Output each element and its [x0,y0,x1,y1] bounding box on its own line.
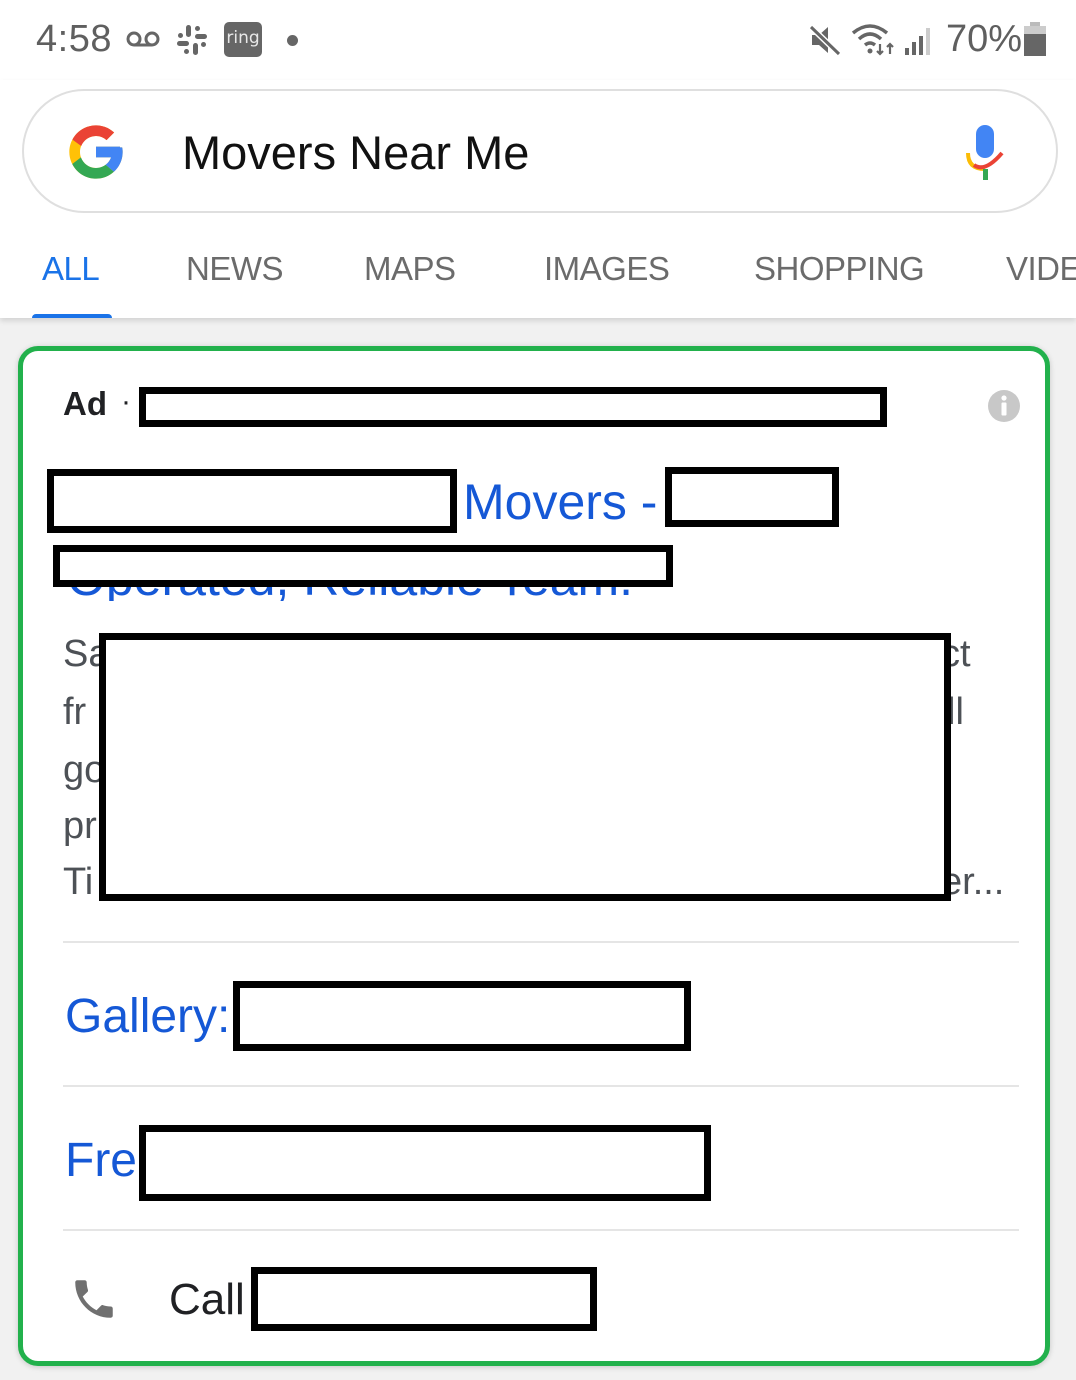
divider [63,1229,1019,1231]
divider [63,1085,1019,1087]
desc-line5-start: Ti [63,861,94,903]
status-bar: 4:58 ring 70% [0,0,1076,80]
sitelink-gallery[interactable]: Gallery: [65,989,230,1044]
status-time: 4:58 [36,18,112,60]
ring-app-icon: ring [224,22,262,57]
signal-icon [905,28,930,55]
ad-title-link[interactable]: Movers - [463,473,657,531]
redacted-title-start [47,469,457,533]
tab-images[interactable]: IMAGES [544,250,670,288]
desc-line2-start: fr [63,691,87,733]
search-box[interactable]: Movers Near Me [22,89,1058,213]
tab-shopping[interactable]: SHOPPING [754,250,925,288]
call-button-label[interactable]: Call [169,1275,245,1325]
search-tabs: ALL NEWS MAPS IMAGES SHOPPING VIDE [0,240,1076,318]
desc-line4-start: pr [63,805,97,847]
redacted-sitelink-gallery [233,981,691,1051]
active-tab-indicator [32,314,112,318]
sitelink-free[interactable]: Fre [65,1133,137,1188]
redacted-description [99,633,951,901]
search-input[interactable]: Movers Near Me [182,125,529,180]
slack-icon [177,25,207,55]
mute-icon [808,24,842,56]
voicemail-icon [126,31,160,47]
tab-news[interactable]: NEWS [186,250,284,288]
info-icon[interactable] [987,389,1021,423]
battery-percent: 70% [946,18,1023,60]
tab-maps[interactable]: MAPS [364,250,456,288]
wifi-icon [851,24,894,56]
redacted-display-url [139,387,887,427]
google-g-logo[interactable] [64,120,128,184]
redacted-phone-number [251,1267,597,1331]
redacted-title-line2 [53,545,673,587]
search-header: Movers Near Me ALL NEWS MAPS IMAGES SHOP… [0,80,1076,318]
tab-videos[interactable]: VIDE [1006,250,1076,288]
phone-icon[interactable] [69,1273,119,1325]
divider [63,941,1019,943]
redacted-sitelink-free [139,1125,711,1201]
ad-label: Ad [63,385,107,422]
battery-icon [1024,22,1046,56]
notification-dot [287,35,298,46]
ad-result-card: Ad · Movers - Operated, Reliable Team. S… [18,346,1050,1366]
redacted-title-end [665,467,839,527]
ad-separator: · [121,385,131,418]
voice-search-icon[interactable] [964,125,1006,181]
tab-all[interactable]: ALL [42,250,100,288]
